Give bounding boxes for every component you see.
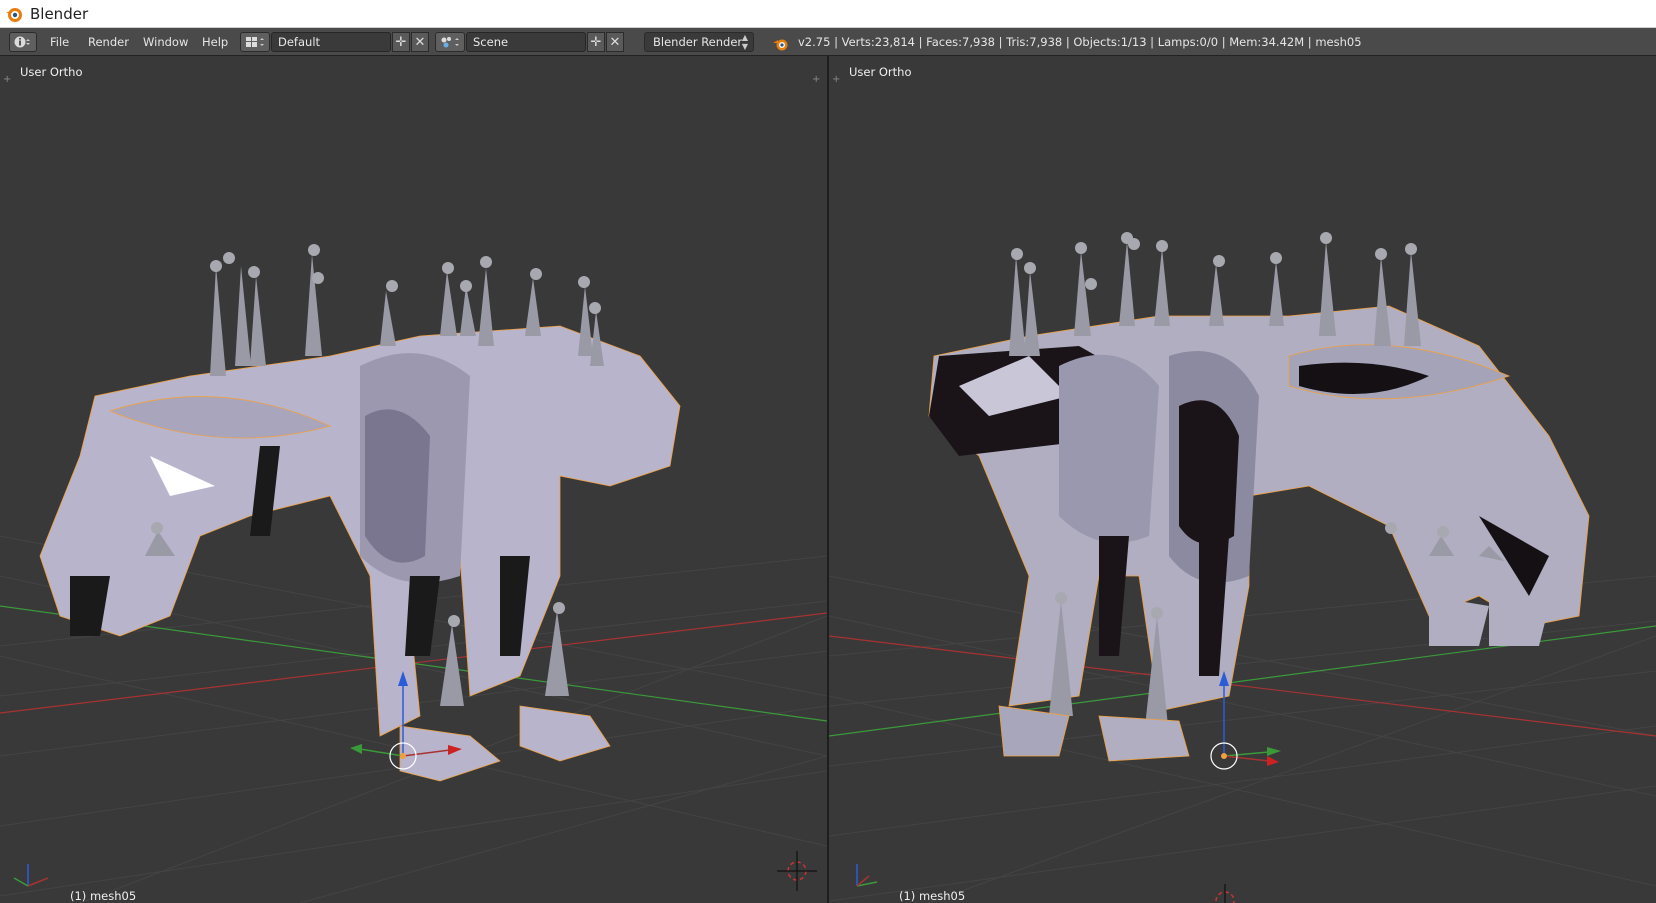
wolf-mesh-right[interactable]	[928, 232, 1590, 762]
view-axis-indicator	[13, 864, 49, 887]
close-icon: ✕	[609, 34, 621, 50]
screen-layout-icon	[246, 37, 264, 47]
viewport-scene-right	[829, 232, 1656, 903]
render-engine-select[interactable]: Blender Render ▲ ▼	[644, 32, 754, 52]
delete-layout-button[interactable]: ✕	[411, 32, 429, 52]
screen-layout-field[interactable]: Default	[271, 32, 391, 52]
3d-viewport-left[interactable]: + + User Ortho (1) mesh05	[0, 56, 827, 903]
add-icon: ✛	[395, 34, 407, 50]
menu-render[interactable]: Render	[84, 32, 133, 52]
view-axis-indicator	[856, 864, 878, 887]
menu-window[interactable]: Window	[139, 32, 192, 52]
scene-field[interactable]: Scene	[466, 32, 586, 52]
region-toggle-icon[interactable]: +	[832, 74, 840, 85]
blender-logo-icon	[773, 39, 788, 51]
info-editor-icon	[14, 36, 30, 48]
scene-selector[interactable]	[435, 32, 465, 52]
window-title: Blender	[30, 4, 89, 23]
editor-type-button[interactable]	[9, 32, 37, 52]
3d-cursor-icon[interactable]	[1215, 884, 1235, 903]
screen-layout-selector[interactable]	[240, 32, 270, 52]
object-origin-gizmo[interactable]	[1210, 671, 1281, 770]
active-object-label: (1) mesh05	[899, 889, 966, 903]
add-icon: ✛	[590, 34, 602, 50]
add-layout-button[interactable]: ✛	[392, 32, 410, 52]
3d-cursor-icon[interactable]	[777, 851, 817, 891]
scene-icon	[441, 37, 459, 48]
view-label: User Ortho	[20, 65, 83, 79]
view-label: User Ortho	[849, 65, 912, 79]
add-scene-button[interactable]: ✛	[587, 32, 605, 52]
chevron-updown-icon: ▲ ▼	[741, 33, 748, 51]
3d-viewport-right[interactable]: + User Ortho (1) mesh05	[829, 56, 1656, 903]
info-header: File Render Window Help Default ✛ ✕ Scen…	[0, 28, 1656, 56]
menu-file[interactable]: File	[46, 32, 73, 52]
wolf-mesh-left[interactable]	[39, 244, 681, 782]
x-axis-line	[829, 635, 1656, 737]
active-object-label: (1) mesh05	[70, 889, 137, 903]
blender-logo-icon	[6, 7, 22, 22]
delete-scene-button[interactable]: ✕	[606, 32, 624, 52]
window-titlebar: Blender	[0, 0, 1656, 28]
render-engine-label: Blender Render	[653, 35, 743, 49]
close-icon: ✕	[414, 34, 426, 50]
viewport-scene-left	[0, 244, 827, 903]
menu-help[interactable]: Help	[198, 32, 232, 52]
region-toggle-icon[interactable]: +	[3, 74, 11, 85]
scene-statistics: v2.75 | Verts:23,814 | Faces:7,938 | Tri…	[798, 35, 1362, 49]
region-toggle-icon[interactable]: +	[812, 74, 820, 85]
